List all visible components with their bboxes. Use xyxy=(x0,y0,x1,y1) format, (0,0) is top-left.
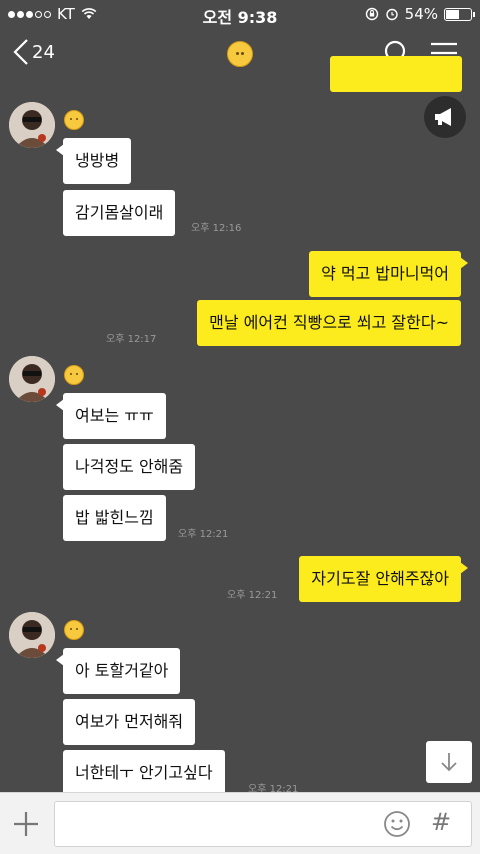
message-input-bar: # xyxy=(0,792,480,854)
battery-icon xyxy=(444,7,475,21)
avatar[interactable] xyxy=(9,102,55,148)
sender-emoji-icon xyxy=(64,365,84,385)
unread-count: 24 xyxy=(32,41,55,63)
partial-message-bubble xyxy=(330,56,462,92)
message-bubble[interactable]: 약 먹고 밥마니먹어 xyxy=(309,251,468,297)
emoticon-button[interactable] xyxy=(383,810,411,842)
message-bubble[interactable]: 여보가 먼저해줘 xyxy=(63,699,196,745)
scroll-to-bottom-button[interactable] xyxy=(426,741,472,783)
message-bubble[interactable]: 나걱정도 안해줌 xyxy=(63,444,196,490)
message-bubble[interactable]: 냉방병 xyxy=(55,138,132,184)
message-field: # xyxy=(54,801,472,847)
message-bubble[interactable]: 여보는 ㅠㅠ xyxy=(56,393,166,439)
message-input[interactable] xyxy=(65,802,375,846)
message-bubble[interactable]: 감기몸살이래 xyxy=(63,190,176,236)
smiley-icon xyxy=(384,811,410,837)
message-bubble[interactable]: 밥 밟힌느낌 xyxy=(63,495,166,541)
sender-emoji-icon xyxy=(64,110,84,130)
message-bubble[interactable]: 아 토할거같아 xyxy=(55,648,181,694)
alarm-icon xyxy=(385,8,398,21)
message-bubble[interactable]: 맨날 에어컨 직빵으로 쐬고 잘한다~ xyxy=(197,300,461,346)
battery-percent: 54% xyxy=(404,5,438,23)
attach-button[interactable] xyxy=(12,810,40,842)
arrow-down-icon xyxy=(441,753,457,772)
system-indicators: 54% xyxy=(365,5,475,23)
status-bar: KT 오전 9:38 54% xyxy=(0,0,480,28)
avatar[interactable] xyxy=(9,356,55,402)
chevron-left-icon xyxy=(13,39,28,65)
plus-icon xyxy=(14,812,38,836)
message-timestamp: 오후 12:21 xyxy=(227,590,278,601)
message-bubble[interactable]: 자기도잘 안해주잖아 xyxy=(299,556,468,602)
message-timestamp: 오후 12:16 xyxy=(191,223,242,234)
back-button[interactable]: 24 xyxy=(12,38,55,66)
rotation-lock-icon xyxy=(365,7,378,21)
message-bubble[interactable]: 너한테ㅜ 안기고싶다 xyxy=(63,750,225,796)
sender-emoji-icon xyxy=(64,620,84,640)
smiley-face-icon xyxy=(227,41,253,67)
megaphone-icon xyxy=(435,108,451,126)
notice-button[interactable] xyxy=(424,96,466,138)
hashtag-search-button[interactable]: # xyxy=(431,808,451,836)
message-timestamp: 오후 12:17 xyxy=(106,334,157,345)
avatar[interactable] xyxy=(9,612,55,658)
message-timestamp: 오후 12:21 xyxy=(178,529,229,540)
